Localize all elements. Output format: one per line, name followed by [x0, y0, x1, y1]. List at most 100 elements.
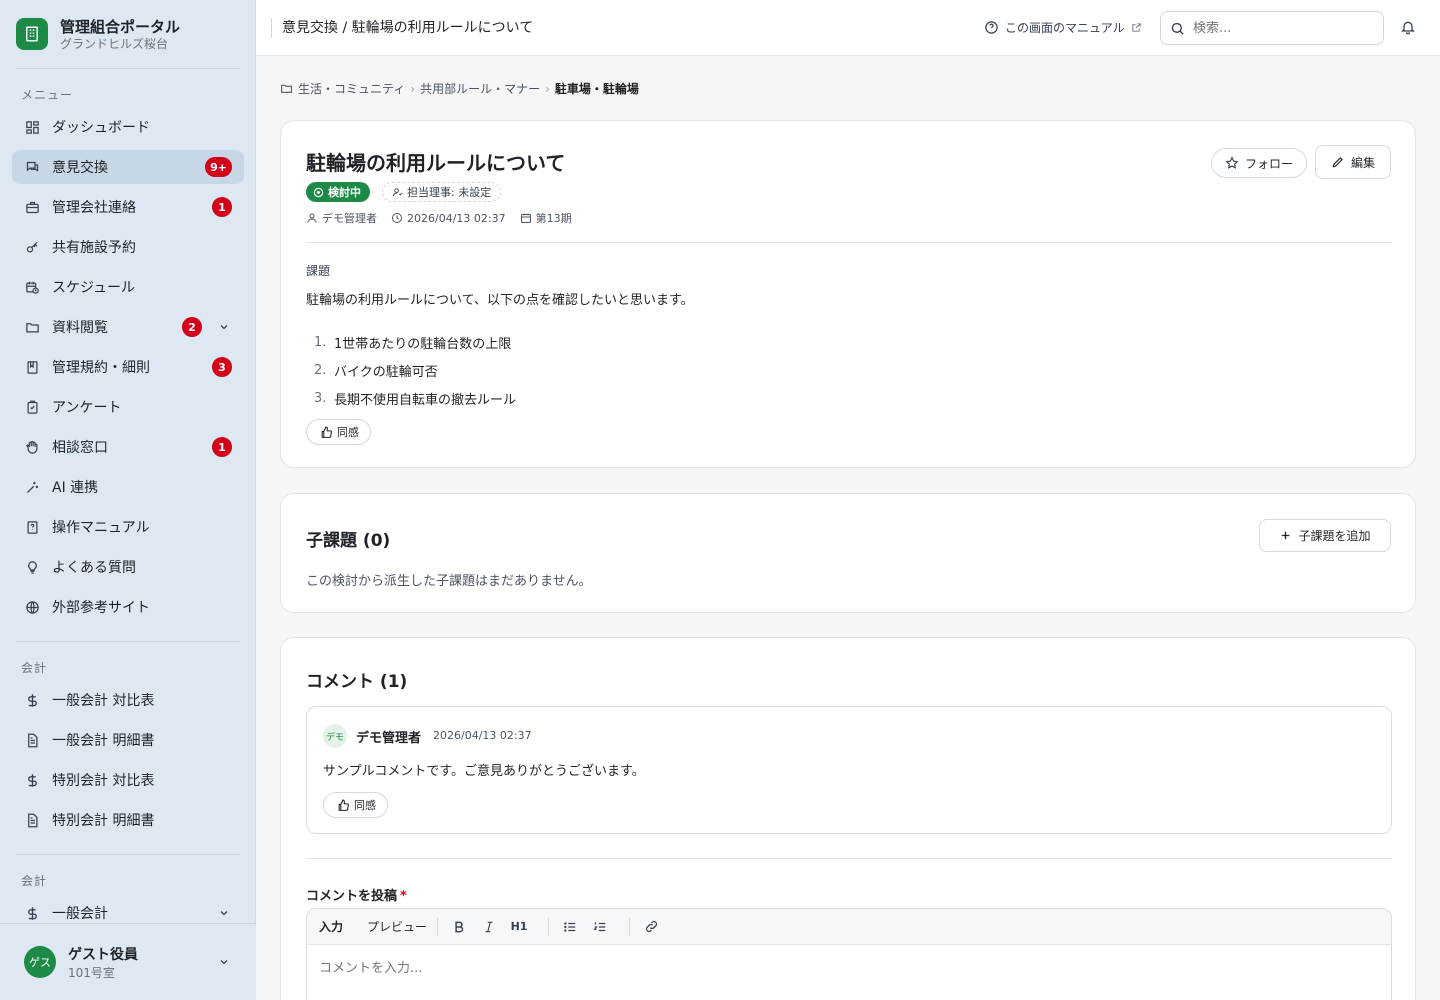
status-circle-icon [313, 187, 324, 198]
user-icon [306, 212, 318, 224]
notification-badge: 1 [212, 197, 232, 217]
list-item: 3. 長期不使用自転車の撤去ルール [306, 384, 516, 412]
screen-manual-link[interactable]: この画面のマニュアル [984, 19, 1142, 36]
topic-title: 駐輪場の利用ルールについて [306, 151, 566, 175]
divider [306, 242, 1392, 243]
bold-button[interactable] [448, 916, 470, 938]
sidebar-item-label: スケジュール [52, 280, 136, 296]
italic-button[interactable] [478, 916, 500, 938]
subtopics-heading: 子課題 (0) [306, 531, 391, 551]
status-badge: 検討中 [306, 182, 370, 202]
brand[interactable]: 管理組合ポータル グランドヒルズ桜台 [16, 18, 241, 68]
sidebar-item-label: アンケート [52, 400, 122, 416]
comment-textarea[interactable] [307, 945, 1391, 1000]
building-icon [16, 18, 48, 50]
sidebar-item-ai[interactable]: AI 連携 [12, 470, 244, 504]
sidebar-item-general-statement[interactable]: 一般会計 明細書 [12, 723, 244, 757]
sidebar-item-label: 一般会計 明細書 [52, 733, 155, 749]
toolbar-separator [437, 917, 439, 936]
sidebar-item-special-comparison[interactable]: 特別会計 対比表 [12, 763, 244, 797]
clipboard-icon [24, 399, 40, 415]
search-box[interactable] [1160, 11, 1384, 45]
help-circle-icon [984, 20, 999, 35]
top-bar: 意見交換 / 駐輪場の利用ルールについて この画面のマニュアル [256, 0, 1440, 56]
briefcase-icon [24, 199, 40, 215]
sidebar-item-manual[interactable]: 操作マニュアル [12, 510, 244, 544]
edit-label: 編集 [1350, 155, 1375, 170]
key-icon [24, 239, 40, 255]
breadcrumb-separator: › [410, 81, 416, 96]
brand-title: 管理組合ポータル [60, 18, 181, 36]
sidebar-item-label: ダッシュボード [52, 120, 150, 136]
sidebar-item-label: 相談窓口 [52, 440, 108, 456]
sidebar-item-label: 一般会計 [52, 906, 108, 922]
sidebar-item-consultation[interactable]: 相談窓口 1 [12, 430, 244, 464]
chat-icon [24, 159, 40, 175]
heading-button[interactable]: H1 [508, 916, 530, 938]
user-icon [392, 187, 403, 198]
dollar-icon [24, 772, 40, 788]
sidebar-item-schedule[interactable]: スケジュール [12, 270, 244, 304]
agree-button[interactable]: 同感 [306, 419, 371, 445]
sidebar-item-special-statement[interactable]: 特別会計 明細書 [12, 803, 244, 837]
search-input[interactable] [1193, 20, 1373, 36]
user-room: 101号室 [68, 965, 115, 980]
tab-input[interactable]: 入力 [319, 918, 343, 935]
list-text: 長期不使用自転車の撤去ルール [334, 392, 517, 408]
sidebar-item-general-comparison[interactable]: 一般会計 対比表 [12, 683, 244, 717]
breadcrumb-item[interactable]: 共用部ルール・マナー [420, 80, 540, 97]
link-button[interactable] [640, 916, 662, 938]
breadcrumb-separator: › [545, 81, 550, 96]
chevron-down-icon[interactable] [216, 905, 232, 921]
toolbar-separator [629, 917, 631, 936]
header-breadcrumb: 意見交換 / 駐輪場の利用ルールについて [271, 18, 533, 38]
meta-author-name: デモ管理者 [322, 212, 377, 225]
add-subtopic-button[interactable]: 子課題を追加 [1259, 519, 1391, 552]
sidebar-item-external-sites[interactable]: 外部参考サイト [12, 590, 244, 624]
section-label-menu: メニュー [21, 88, 74, 102]
dollar-icon [24, 905, 40, 921]
chevron-down-icon[interactable] [216, 319, 232, 335]
list-number: 1. [314, 334, 327, 350]
document-icon [24, 732, 40, 748]
comment-agree-button[interactable]: 同感 [323, 792, 388, 818]
tab-preview[interactable]: プレビュー [367, 918, 427, 935]
sidebar-item-management-company[interactable]: 管理会社連絡 1 [12, 190, 244, 224]
avatar: ゲス [24, 946, 56, 978]
list-number: 2. [314, 362, 327, 378]
post-comment-label-text: コメントを投稿 [306, 889, 398, 904]
numbered-list-button[interactable] [589, 916, 611, 938]
dollar-icon [24, 692, 40, 708]
topic-meta: デモ管理者 2026/04/13 02:37 第13期 [306, 210, 586, 226]
edit-button[interactable]: 編集 [1315, 145, 1391, 179]
topic-body: 駐輪場の利用ルールについて、以下の点を確認したいと思います。 [306, 293, 694, 308]
follow-label: フォロー [1244, 156, 1293, 171]
follow-button[interactable]: フォロー [1211, 148, 1307, 178]
sidebar-item-facility-booking[interactable]: 共有施設予約 [12, 230, 244, 264]
assignee-badge[interactable]: 担当理事: 未設定 [382, 182, 502, 202]
divider [16, 854, 240, 855]
lightbulb-icon [24, 559, 40, 575]
topic-card: 駐輪場の利用ルールについて フォロー 編集 検討中 担当理事: 未設定 デモ管理… [280, 120, 1416, 468]
status-label: 検討中 [328, 186, 361, 199]
sidebar-item-documents[interactable]: 資料閲覧 2 [12, 310, 244, 344]
sidebar-item-survey[interactable]: アンケート [12, 390, 244, 424]
divider [16, 641, 240, 642]
breadcrumb-item[interactable]: 生活・コミュニティ [298, 80, 405, 97]
chevron-down-icon[interactable] [216, 954, 232, 970]
meta-author: デモ管理者 [306, 210, 377, 226]
sidebar-item-bylaws[interactable]: 管理規約・細則 3 [12, 350, 244, 384]
brand-subtitle: グランドヒルズ桜台 [60, 37, 169, 51]
bell-icon[interactable] [1400, 19, 1416, 35]
comments-heading: コメント (1) [306, 672, 408, 692]
sidebar-item-dashboard[interactable]: ダッシュボード [12, 110, 244, 144]
dashboard-icon [24, 119, 40, 135]
list-text: バイクの駐輪可否 [334, 364, 438, 380]
sidebar-item-label: 資料閲覧 [52, 320, 108, 336]
sidebar-item-discussion[interactable]: 意見交換 9+ [12, 150, 244, 184]
user-menu[interactable]: ゲス ゲスト役員 101号室 [0, 923, 256, 1000]
sidebar: 管理組合ポータル グランドヒルズ桜台 メニュー ダッシュボード 意見交換 9+ … [0, 0, 256, 1000]
sidebar-item-faq[interactable]: よくある質問 [12, 550, 244, 584]
bullet-list-button[interactable] [559, 916, 581, 938]
comment-time: 2026/04/13 02:37 [433, 729, 532, 742]
